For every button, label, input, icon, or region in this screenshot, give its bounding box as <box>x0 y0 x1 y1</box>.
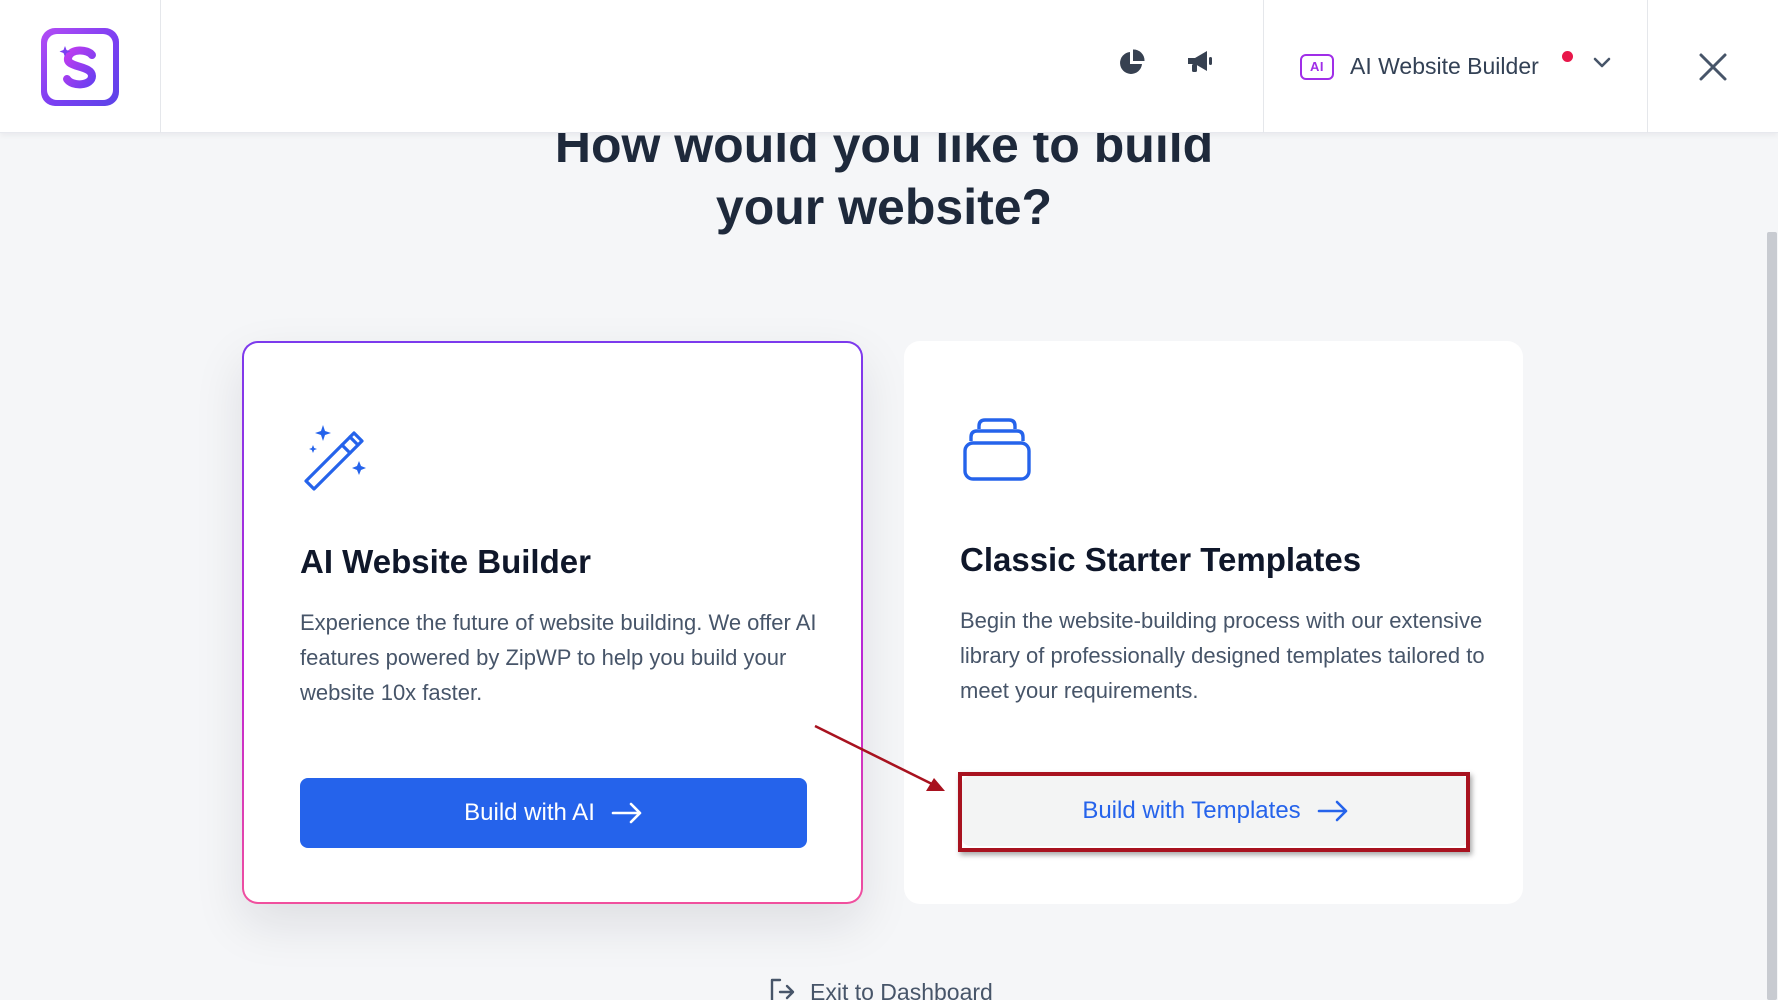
annotation-highlight-box <box>958 772 1470 852</box>
magic-wand-icon <box>304 425 366 491</box>
megaphone-icon[interactable] <box>1182 44 1218 80</box>
ai-card-title: AI Website Builder <box>300 543 591 580</box>
ai-builder-card[interactable]: AI Website Builder Experience the future… <box>242 341 863 904</box>
exit-to-dashboard-link[interactable]: Exit to Dashboard <box>768 976 993 1000</box>
build-with-ai-button[interactable]: Build with AI <box>300 778 807 848</box>
templates-card-title: Classic Starter Templates <box>960 541 1362 578</box>
builder-mode-label: AI Website Builder <box>1350 53 1539 79</box>
top-header: AI AI Website Builder <box>0 0 1778 133</box>
build-with-ai-label: Build with AI <box>464 799 595 826</box>
pie-chart-icon[interactable] <box>1114 44 1150 80</box>
chevron-down-icon[interactable] <box>1592 56 1612 70</box>
stack-icon <box>963 418 1031 481</box>
ai-badge-icon: AI <box>1300 53 1334 80</box>
arrow-right-icon <box>611 802 643 824</box>
app-logo[interactable] <box>41 27 119 106</box>
templates-card-description: Begin the website-building process with … <box>960 608 1485 703</box>
ai-card-description: Experience the future of website buildin… <box>300 610 817 705</box>
page: How would you like to build your website… <box>0 0 1778 1000</box>
logo-s-icon <box>59 45 97 88</box>
builder-mode-selector[interactable]: AI AI Website Builder <box>1263 0 1648 133</box>
logo-cell <box>0 0 161 133</box>
page-heading-line-2: your website? <box>715 179 1053 235</box>
scrollbar-thumb[interactable] <box>1767 232 1777 1000</box>
notification-dot <box>1562 51 1573 62</box>
close-icon <box>1699 53 1727 80</box>
close-button[interactable] <box>1648 0 1778 133</box>
exit-to-dashboard-label: Exit to Dashboard <box>810 978 993 1000</box>
logo-inner <box>47 33 113 100</box>
exit-icon <box>770 978 795 1000</box>
